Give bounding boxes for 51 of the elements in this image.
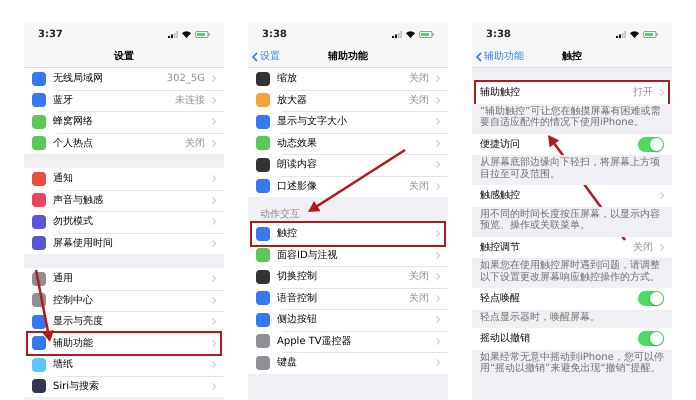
settings-row[interactable]: Apple TV遥控器 [248,330,448,352]
nav-title: 辅助功能 [328,50,368,64]
row-value: 关闭 [409,180,429,194]
section-header: 动作交互 [259,208,301,222]
nav-title: 触控 [562,50,582,64]
settings-row[interactable]: 轻点唤醒 [472,288,672,310]
settings-row[interactable]: 勿扰模式 [24,211,224,232]
settings-row[interactable]: 控制中心 [24,290,224,311]
settings-row[interactable]: 蜂窝网络 [24,111,224,132]
settings-row[interactable]: 通用 [24,268,224,290]
settings-row[interactable]: 语音控制 关闭 [248,288,448,309]
settings-row[interactable]: 侧边按钮 [248,309,448,330]
settings-row[interactable]: 辅助功能 [24,332,224,354]
status-time: 3:37 [38,28,63,42]
settings-row[interactable]: 键盘 [248,352,448,374]
settings-row[interactable]: 显示与文字大小 [248,111,448,132]
settings-row[interactable]: 蓝牙 未连接 [24,90,224,111]
row-value: 关闭 [409,292,429,306]
back-button[interactable]: 设置 [252,49,280,64]
back-button[interactable]: 辅助功能 [476,49,524,64]
settings-row[interactable]: 触感触控 [472,185,672,206]
settings-row[interactable]: 切换控制 关闭 [248,266,448,288]
settings-row[interactable]: 声音与触感 [24,190,224,211]
row-value: 关闭 [633,240,653,255]
row-value: 打开 [633,86,653,100]
settings-row[interactable]: 口述影像 关闭 [248,176,448,197]
settings-row[interactable]: 无线局域网 302_5G [24,68,224,90]
row-value: 关闭 [409,72,429,86]
settings-row[interactable]: 放大器 关闭 [248,90,448,111]
row-value: 未连接 [175,94,205,108]
settings-row[interactable]: 屏幕使用时间 [24,232,224,254]
settings-row[interactable]: 动态效果 [248,132,448,154]
settings-row[interactable]: Siri与搜索 [24,376,224,397]
row-value: 302_5G [166,72,205,86]
status-time: 3:38 [486,28,511,42]
settings-row[interactable]: 朗读内容 [248,154,448,176]
settings-row[interactable]: 个人热点 关闭 [24,132,224,154]
settings-row[interactable]: 缩放 关闭 [248,68,448,90]
settings-row[interactable]: 显示与亮度 [24,311,224,332]
settings-row[interactable]: 墙纸 [24,354,224,376]
row-value: 关闭 [409,270,429,284]
status-time: 3:38 [262,28,287,42]
settings-row[interactable]: 触控 [248,223,448,244]
settings-row[interactable]: 便捷访问 [472,134,672,155]
row-value: 关闭 [409,94,429,108]
row-value: 关闭 [185,136,205,151]
settings-row[interactable]: 触控调节 关闭 [472,236,672,258]
settings-row[interactable]: 通知 [24,168,224,190]
settings-row[interactable]: 辅助触控 打开 [472,82,672,104]
settings-row[interactable]: 摇动以撤销 [472,328,672,350]
nav-title: 设置 [114,50,134,64]
